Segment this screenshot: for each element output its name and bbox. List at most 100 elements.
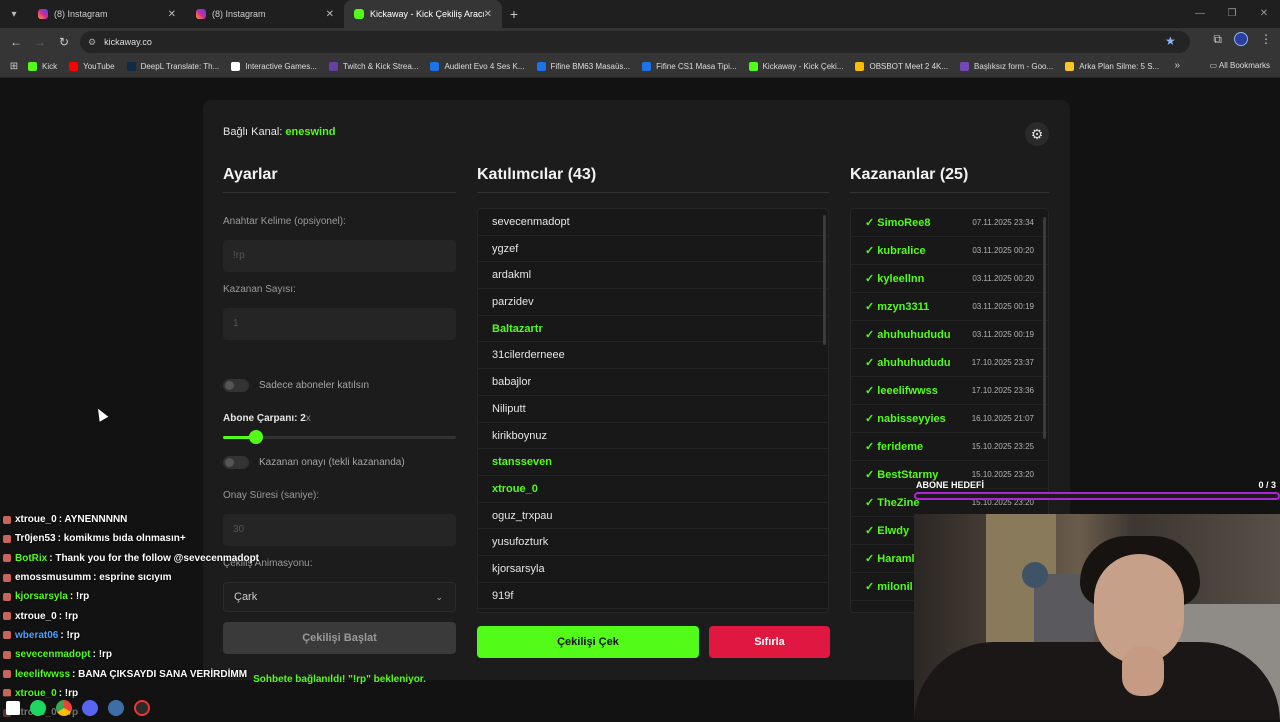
keyword-input[interactable]: !rp — [223, 240, 456, 272]
participant-item: stansseven — [478, 449, 828, 476]
chat-username: leeelifwwss — [15, 668, 71, 680]
channel-name: eneswind — [285, 126, 336, 138]
close-icon[interactable]: ✕ — [326, 9, 334, 20]
mouse-cursor-icon — [93, 406, 109, 422]
chat-text: : Thank you for the follow @sevecenmadop… — [49, 552, 260, 564]
bookmark-item[interactable]: Interactive Games... — [231, 62, 317, 71]
bookmark-item[interactable]: Arka Plan Silme: 5 S... — [1065, 62, 1159, 71]
sub-multiplier-text: Abone Çarpanı: 2 — [223, 413, 306, 424]
bookmarks-list: Kick YouTube DeepL Translate: Th... Interac… — [28, 62, 1171, 71]
participant-item: kjorsarsyla — [478, 556, 828, 583]
forward-icon[interactable]: → — [28, 35, 52, 49]
winner-name: ✓ mzyn3311 — [865, 301, 930, 313]
channel-label: Bağlı Kanal: — [223, 126, 283, 138]
bookmark-item[interactable]: Twitch & Kick Strea... — [328, 62, 418, 71]
new-tab-button[interactable]: + — [502, 6, 526, 22]
obs-icon[interactable] — [134, 700, 150, 716]
apps-grid-icon[interactable]: ⊞ — [0, 61, 28, 72]
minimize-icon[interactable]: — — [1184, 0, 1216, 28]
winner-row: ✓ SimoRee8 07.11.2025 23:34 — [851, 209, 1048, 237]
profile-avatar[interactable] — [1234, 32, 1248, 46]
scrollbar[interactable] — [823, 215, 826, 345]
chat-text: : !rp — [58, 610, 79, 622]
tab-label: (8) Instagram — [54, 9, 108, 19]
site-info-icon[interactable]: ⚙ — [88, 37, 96, 48]
all-bookmarks[interactable]: ▭ All Bookmarks — [1210, 61, 1270, 70]
winner-count-input[interactable]: 1 — [223, 308, 456, 340]
participant-item: 919f — [478, 583, 828, 610]
close-icon[interactable]: ✕ — [168, 9, 176, 20]
extensions-icon[interactable]: ⧉ — [1213, 32, 1222, 47]
tab-instagram-2[interactable]: (8) Instagram ✕ — [186, 0, 344, 28]
slider-thumb[interactable] — [248, 430, 263, 444]
chrome-icon[interactable] — [56, 700, 72, 716]
chat-badge-icon — [3, 515, 11, 524]
webcam-person-body — [914, 642, 1280, 720]
windows-start-icon[interactable] — [6, 701, 20, 715]
participants-list[interactable]: sevecenmadopt ygzef ardakml parzidev Baltaza… — [477, 208, 829, 613]
scrollbar[interactable] — [1043, 217, 1046, 439]
winner-confirm-toggle[interactable] — [223, 456, 249, 469]
sub-multiplier-slider[interactable] — [223, 430, 456, 444]
participant-item: Niliputt — [478, 396, 828, 423]
folder-icon: ▭ — [1209, 61, 1219, 70]
spotify-icon[interactable] — [30, 700, 46, 716]
tab-search-icon[interactable]: ▾ — [0, 0, 28, 28]
tab-instagram-1[interactable]: (8) Instagram ✕ — [28, 0, 186, 28]
bookmark-item[interactable]: Audient Evo 4 Ses K... — [430, 62, 525, 71]
goal-progress-bar — [914, 492, 1280, 500]
discord-icon[interactable] — [82, 700, 98, 716]
winner-date: 03.11.2025 00:20 — [972, 246, 1034, 255]
bookmark-label: DeepL Translate: Th... — [140, 62, 220, 71]
bookmark-item[interactable]: DeepL Translate: Th... — [126, 62, 220, 71]
bookmark-item[interactable]: Başlıksız form - Goo... — [960, 62, 1053, 71]
chat-badge-icon — [3, 631, 11, 640]
chat-username: kjorsarsyla — [15, 591, 68, 603]
app-icon[interactable] — [108, 700, 124, 716]
close-icon[interactable]: ✕ — [484, 9, 492, 20]
divider — [477, 192, 829, 193]
bookmark-label: Arka Plan Silme: 5 S... — [1079, 62, 1160, 71]
bookmark-label: Audient Evo 4 Ses K... — [444, 62, 525, 71]
restore-icon[interactable]: ❐ — [1216, 0, 1248, 28]
chat-username: xtroue_0 — [15, 514, 57, 526]
bookmark-item[interactable]: Kick — [28, 62, 57, 71]
participant-item: ardakml — [478, 262, 828, 290]
bookmark-item[interactable]: YouTube — [69, 62, 115, 71]
reset-button[interactable]: Sıfırla — [709, 626, 830, 658]
bookmark-item[interactable]: Fifine BM63 Masaüs... — [536, 62, 630, 71]
divider — [850, 192, 1049, 193]
participant-item: 31cilerderneee — [478, 342, 828, 370]
bookmark-item[interactable]: Fifine CS1 Masa Tipi... — [642, 62, 737, 71]
more-bookmarks-icon[interactable]: » — [1174, 60, 1180, 71]
bookmark-item[interactable]: Kickaway - Kick Çeki... — [748, 62, 843, 71]
menu-icon[interactable]: ⋮ — [1260, 32, 1272, 47]
winner-name: ✓ ahuhuhududu — [865, 357, 951, 369]
tab-kickaway[interactable]: Kickaway - Kick Çekiliş Aracı ✕ — [344, 0, 502, 28]
subscribers-only-label: Sadece aboneler katılsın — [259, 380, 370, 391]
instagram-icon — [196, 9, 206, 19]
close-window-icon[interactable]: ✕ — [1248, 0, 1280, 28]
winner-name: ✓ ferideme — [865, 441, 924, 453]
participant-item: yusufozturk — [478, 529, 828, 556]
chat-message: sevecenmadopt: !rp — [0, 645, 280, 664]
url-text: kickaway.co — [104, 37, 152, 47]
webcam-feed — [914, 514, 1280, 720]
settings-gear-icon[interactable]: ⚙ — [1025, 122, 1049, 146]
bookmark-favicon-icon — [642, 62, 652, 71]
chat-message: Tr0jen53: komikmıs bıda olnmasın+ — [0, 529, 280, 548]
tab-label: Kickaway - Kick Çekiliş Aracı — [370, 9, 484, 19]
subscribers-only-toggle[interactable] — [223, 379, 249, 392]
draw-giveaway-button[interactable]: Çekilişi Çek — [477, 626, 699, 658]
address-bar[interactable]: ⚙ kickaway.co — [80, 31, 1190, 53]
bookmark-star-icon[interactable]: ★ — [1165, 34, 1176, 48]
chat-message: xtroue_0: AYNENNNNN — [0, 510, 280, 529]
chat-badge-icon — [3, 554, 11, 563]
winners-title: Kazananlar (25) — [850, 166, 969, 183]
bookmark-item[interactable]: OBSBOT Meet 2 4K... — [855, 62, 948, 71]
winner-row: ✓ kubralice 03.11.2025 00:20 — [851, 237, 1048, 265]
subscriber-goal: ABONE HEDEFİ 0 / 3 — [914, 478, 1280, 506]
winner-row: ✓ nabisseyyies 16.10.2025 21:07 — [851, 405, 1048, 433]
reload-icon[interactable]: ↻ — [52, 35, 76, 49]
back-icon[interactable]: ← — [4, 35, 28, 49]
